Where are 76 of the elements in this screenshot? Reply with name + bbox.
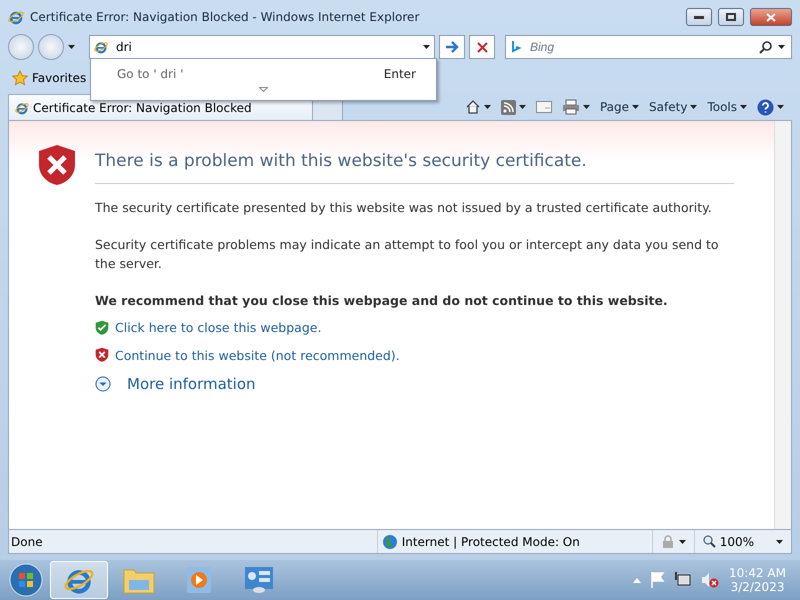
print-button[interactable] [562, 99, 590, 115]
browser-icon [94, 40, 108, 54]
home-icon [464, 99, 481, 115]
arrow-right-icon [445, 41, 459, 53]
minimize-icon [694, 16, 704, 18]
paragraph: The security certificate presented by this website was not issued by a trusted certificate authority. [95, 199, 713, 217]
caret-icon [777, 105, 784, 109]
stop-button[interactable] [469, 35, 495, 59]
caret-icon [423, 45, 430, 49]
close-button[interactable] [750, 8, 792, 26]
key-hint: Enter [384, 67, 416, 81]
caret-icon [632, 105, 640, 109]
network-icon[interactable] [675, 572, 692, 588]
zoom-icon [702, 535, 716, 548]
expand-icon[interactable] [95, 376, 111, 392]
minimize-button[interactable] [686, 8, 712, 26]
browser-icon [8, 9, 24, 25]
shield-x-icon [95, 347, 109, 363]
error-heading: There is a problem with this website's security certificate. [95, 151, 734, 184]
shield-check-icon [95, 320, 109, 336]
caret-icon [518, 105, 526, 109]
control-panel-icon [244, 566, 274, 594]
window-title: Certificate Error: Navigation Blocked - Windows Internet Explorer [30, 10, 420, 24]
caret-icon [690, 105, 698, 109]
scrollbar[interactable] [774, 121, 791, 529]
printer-icon [562, 99, 580, 115]
address-bar[interactable]: dri [89, 35, 435, 59]
security-zone-text: Internet | Protected Mode: On [402, 534, 580, 548]
lock-icon [660, 534, 675, 548]
search-icon [759, 40, 772, 54]
favorites-button[interactable]: Favorites [8, 68, 90, 88]
muted-speaker-icon[interactable] [701, 572, 720, 588]
close-icon [766, 12, 776, 22]
globe-icon [382, 534, 398, 550]
feeds-button[interactable] [500, 100, 526, 114]
caret-icon [678, 540, 686, 544]
go-button[interactable] [439, 35, 465, 59]
paragraph: Security certificate problems may indicate an attempt to fool you or intercept any data you send to the server. [95, 236, 720, 273]
search-bar[interactable]: Bing [505, 35, 792, 59]
maximize-icon [726, 13, 736, 21]
feed-icon [500, 100, 516, 114]
mail-icon [536, 101, 552, 113]
caret-icon [68, 45, 75, 49]
forward-button[interactable] [38, 34, 64, 60]
recommendation-text: We recommend that you close this webpage and do not continue to this website. [95, 293, 669, 308]
caret-icon [778, 45, 785, 49]
star-icon [12, 70, 28, 86]
close-icon [476, 42, 488, 52]
back-button[interactable] [8, 34, 34, 60]
clock-time: 10:42 AM [729, 566, 786, 580]
status-text: Done [10, 534, 44, 548]
menu-button[interactable]: Page [600, 100, 640, 114]
caret-icon [740, 105, 747, 109]
clock-date: 3/2/2023 [730, 580, 784, 594]
caret-icon [484, 105, 491, 109]
link[interactable]: Click here to close this webpage. [115, 320, 322, 336]
home-button[interactable] [464, 99, 491, 115]
mail-button[interactable] [536, 101, 552, 113]
help-button[interactable] [757, 98, 784, 116]
zoom-button[interactable]: 100% [694, 530, 791, 553]
maximize-button[interactable] [718, 8, 744, 26]
browser-icon [15, 100, 29, 114]
caret-icon [582, 105, 590, 109]
caret-icon [776, 540, 783, 544]
autocomplete-suggestion[interactable]: Go to ' dri ' [117, 67, 184, 81]
taskbar-app[interactable] [50, 561, 108, 599]
expand-icon[interactable] [259, 87, 268, 92]
more-information-link[interactable]: More information [127, 374, 256, 393]
menu-button[interactable]: Tools [707, 100, 747, 114]
flag-icon[interactable] [651, 572, 666, 588]
search-provider-icon [512, 40, 522, 54]
shield-x-icon [37, 143, 77, 187]
link[interactable]: Continue to this website (not recommended). [115, 348, 400, 363]
help-icon [757, 98, 774, 116]
media-player-icon [186, 566, 212, 594]
menu-button[interactable]: Safety [649, 100, 698, 114]
